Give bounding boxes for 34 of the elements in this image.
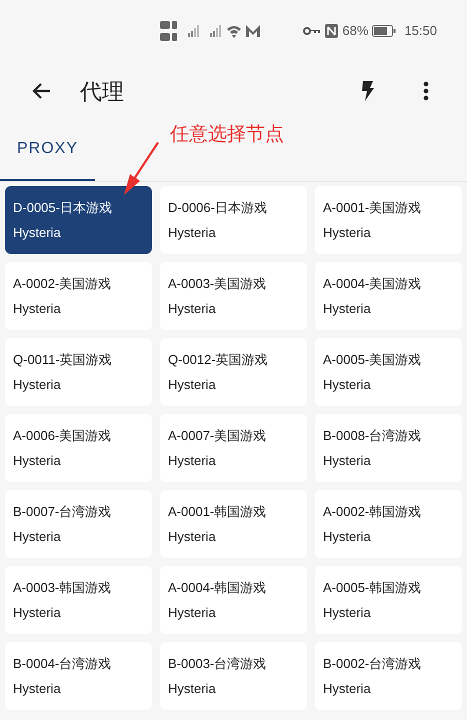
proxy-card[interactable]: A-0003-美国游戏 Hysteria	[160, 262, 307, 330]
annotation-arrow-icon	[122, 142, 160, 196]
proxy-card[interactable]: A-0002-美国游戏 Hysteria	[5, 262, 152, 330]
proxy-card[interactable]: B-0004-台湾游戏 Hysteria	[5, 642, 152, 710]
proxy-card[interactable]: D-0006-日本游戏 Hysteria	[160, 186, 307, 254]
proxy-card[interactable]: A-0001-美国游戏 Hysteria	[315, 186, 462, 254]
mail-icon	[246, 25, 260, 37]
nfc-icon	[325, 24, 338, 38]
proxy-card[interactable]: B-0007-台湾游戏 Hysteria	[5, 490, 152, 558]
proxy-card[interactable]: A-0003-韩国游戏 Hysteria	[5, 566, 152, 634]
proxy-card[interactable]: A-0005-韩国游戏 Hysteria	[315, 566, 462, 634]
lightning-button[interactable]	[361, 81, 375, 101]
proxy-card[interactable]: A-0006-美国游戏 Hysteria	[5, 414, 152, 482]
proxy-card[interactable]: B-0003-台湾游戏 Hysteria	[160, 642, 307, 710]
proxy-card[interactable]: A-0007-美国游戏 Hysteria	[160, 414, 307, 482]
proxy-card[interactable]: B-0002-台湾游戏 Hysteria	[315, 642, 462, 710]
proxy-card[interactable]: A-0005-美国游戏 Hysteria	[315, 338, 462, 406]
proxy-card[interactable]: Q-0011-英国游戏 Hysteria	[5, 338, 152, 406]
battery-percent: 68%	[342, 22, 368, 40]
clock: 15:50	[404, 22, 437, 40]
proxy-card[interactable]: A-0004-韩国游戏 Hysteria	[160, 566, 307, 634]
proxy-card[interactable]: Q-0012-英国游戏 Hysteria	[160, 338, 307, 406]
tab[interactable]: PROXY	[0, 119, 95, 181]
more-menu-button[interactable]	[423, 81, 429, 101]
page-title: 代理	[80, 78, 124, 106]
proxy-card[interactable]: A-0002-韩国游戏 Hysteria	[315, 490, 462, 558]
proxy-card[interactable]: A-0001-韩国游戏 Hysteria	[160, 490, 307, 558]
battery-icon	[372, 25, 396, 37]
key-icon	[303, 26, 322, 36]
proxy-card[interactable]: B-0008-台湾游戏 Hysteria	[315, 414, 462, 482]
proxy-card[interactable]: A-0004-美国游戏 Hysteria	[315, 262, 462, 330]
annotation-text: 任意选择节点	[170, 123, 284, 147]
proxy-card[interactable]: D-0005-日本游戏 Hysteria	[5, 186, 152, 254]
wifi-icon	[226, 24, 242, 38]
